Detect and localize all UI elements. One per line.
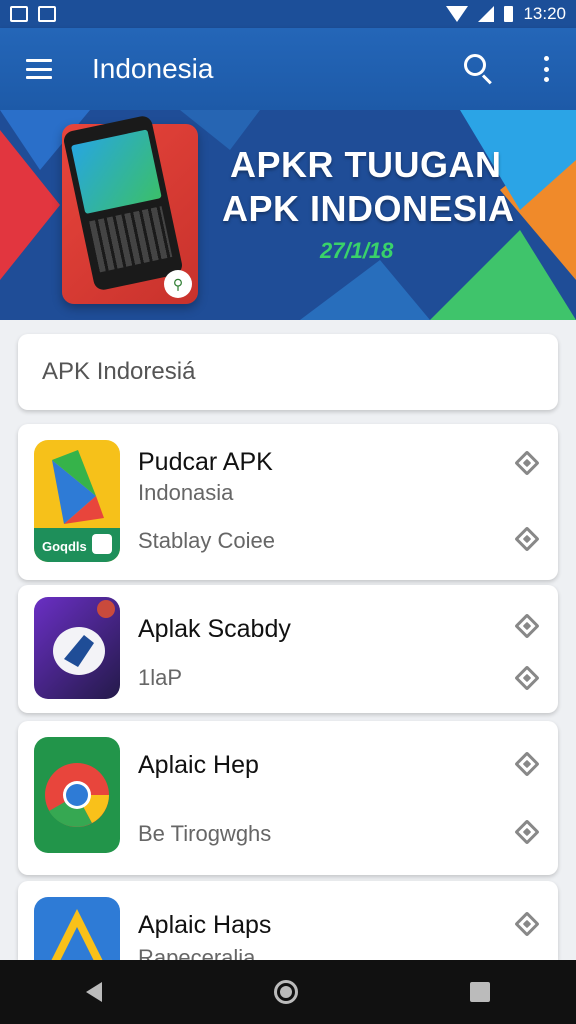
phone-illustration: ⚲ [62,114,198,304]
app-subtitle: 1laP [138,665,183,690]
app-icon-pudcar: Goqdls [34,440,120,562]
app-subtitle: Rapeceralia [138,945,256,960]
diamond-icon[interactable] [514,911,540,937]
status-time: 13:20 [523,4,566,23]
diamond-icon[interactable] [514,526,540,552]
search-field[interactable]: APK Indoresiá [18,334,558,410]
app-card-4[interactable]: Aplaic Haps Rapeceralia [18,881,558,960]
search-icon[interactable] [464,54,494,85]
more-options-icon[interactable] [542,56,550,82]
diamond-icon[interactable] [514,450,540,476]
app-icon-label: Goqdls [42,539,87,554]
banner-heading-line1: APKR TUUGAN [230,144,502,185]
chrome-icon [34,737,120,853]
badge-icon: ⚲ [164,270,192,298]
page-title: Indonesia [92,53,214,84]
home-icon[interactable] [274,980,298,1004]
app-name: Pudcar APK [138,448,273,476]
battery-icon [504,6,514,22]
diamond-icon[interactable] [514,819,540,845]
app-bar: Indonesia [0,28,576,110]
back-icon[interactable] [86,982,102,1002]
diamond-icon[interactable] [514,665,540,691]
diamond-icon[interactable] [514,751,540,777]
app-subtitle: Indonasia [138,480,234,505]
notification-icon [10,6,28,22]
app-card-2[interactable]: Aplak Scabdy 1laP [18,585,558,713]
app-description: Stablay Coiee [138,528,275,553]
promo-banner[interactable]: ⚲ APKR TUUGAN APK INDONESIA 27/1/18 [0,110,576,320]
app-name: Aplak Scabdy [138,615,291,643]
app-icon-haps [34,897,120,960]
app-icon-scabdy [34,597,120,699]
banner-date: 27/1/18 [320,238,394,263]
app-name: Aplaic Hep [138,751,259,779]
image-notification-icon [38,6,56,22]
signal-icon [478,6,495,22]
wifi-icon [446,6,469,22]
app-card-1[interactable]: Goqdls Pudcar APK Indonasia Stablay Coie… [18,424,558,580]
search-text: APK Indoresiá [42,358,196,385]
diamond-icon[interactable] [514,613,540,639]
system-navigation-bar [0,960,576,1024]
banner-heading-line2: APK INDONESIA [222,188,515,229]
hamburger-menu-icon[interactable] [26,59,52,79]
app-card-3[interactable]: Aplaic Hep Be Tirogwghs [18,721,558,875]
app-subtitle: Be Tirogwghs [138,821,272,846]
status-bar: 13:20 [0,0,576,28]
app-name: Aplaic Haps [138,911,272,939]
recent-apps-icon[interactable] [470,982,490,1002]
